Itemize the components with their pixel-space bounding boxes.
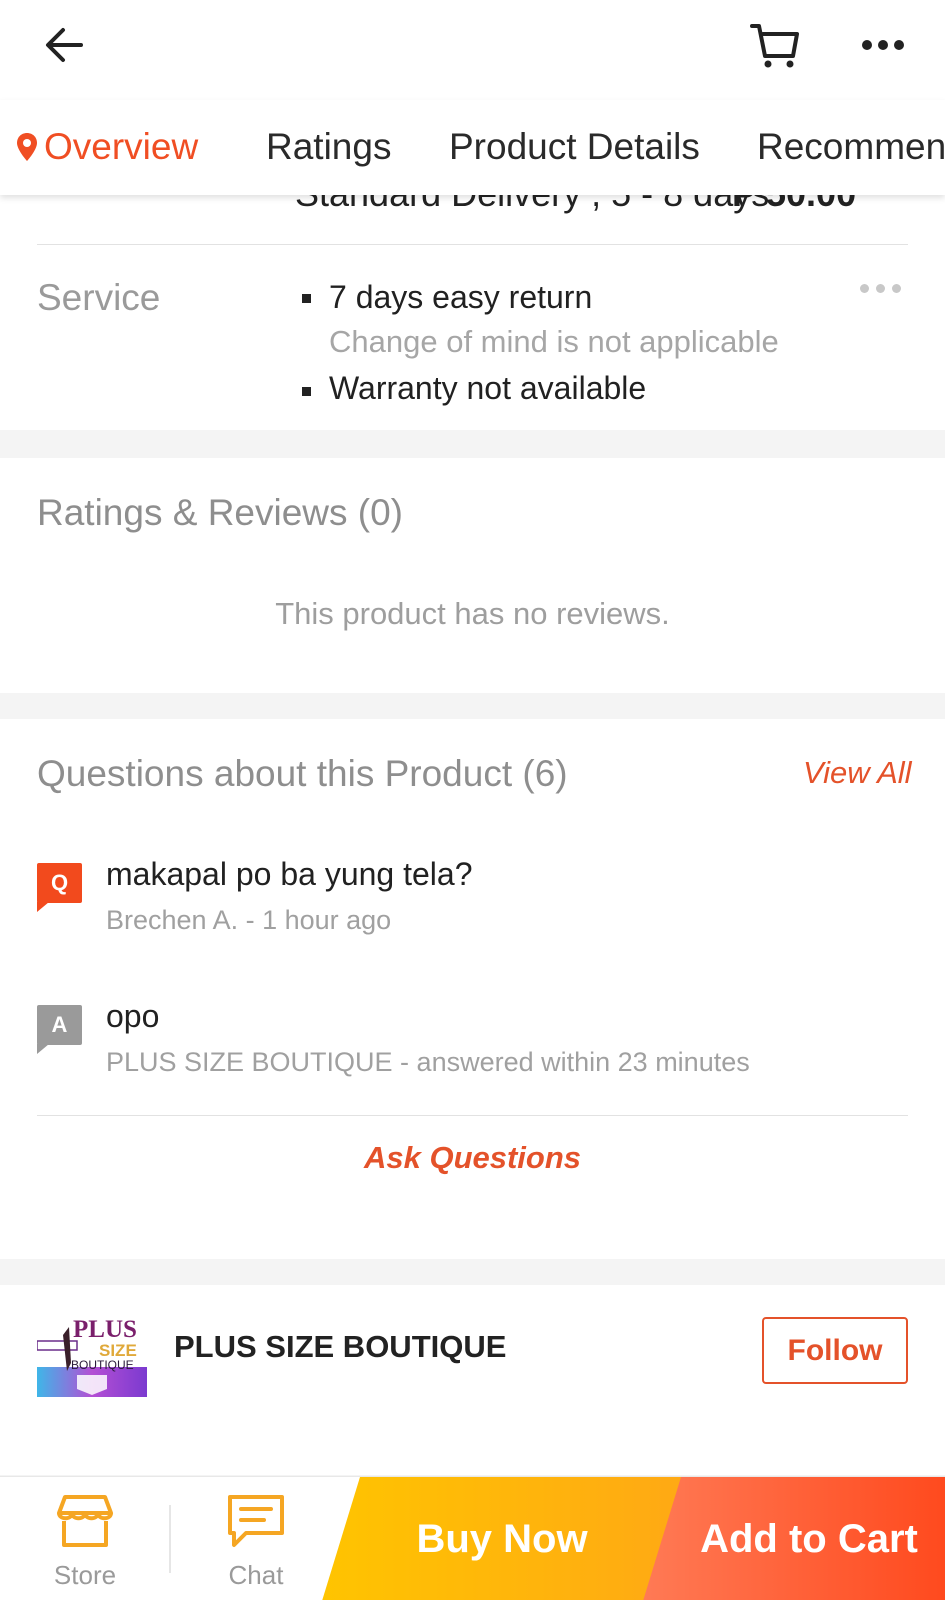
tab-overview-label: Overview <box>44 126 199 167</box>
more-dot-icon <box>860 284 869 293</box>
more-dot-icon <box>892 284 901 293</box>
service-label: Service <box>37 277 161 318</box>
cart-button[interactable] <box>744 14 806 76</box>
store-section: PLUS SIZE BOUTIQUE PLUS SIZE BOUTIQUE Fo… <box>0 1285 945 1475</box>
bottom-action-bar: Store Chat Buy Now Add to Cart <box>0 1476 945 1600</box>
delivery-service-section: Standard Delivery , 5 - 8 days ₱ 50.00 S… <box>0 195 945 430</box>
answer-badge-icon: A <box>37 1005 82 1045</box>
tab-recommend[interactable]: Recommend <box>757 128 945 165</box>
logo-text-plus: PLUS <box>73 1316 137 1343</box>
tab-overview[interactable]: Overview <box>16 128 198 165</box>
chat-nav-label: Chat <box>228 1560 284 1590</box>
badge-tail-icon <box>37 1044 49 1054</box>
bullet-icon <box>302 387 311 396</box>
ratings-title: Ratings & Reviews (0) <box>37 492 404 533</box>
store-nav-button[interactable]: Store <box>35 1477 135 1600</box>
answer-meta: PLUS SIZE BOUTIQUE - answered within 23 … <box>106 1047 750 1077</box>
question-meta: Brechen A. - 1 hour ago <box>106 905 392 935</box>
buy-now-button[interactable]: Buy Now <box>322 1477 682 1600</box>
service-more-button[interactable] <box>860 284 901 293</box>
service-warranty-text: Warranty not available <box>329 370 647 406</box>
top-bar <box>0 0 945 100</box>
questions-title: Questions about this Product (6) <box>37 753 568 794</box>
bullet-icon <box>302 294 311 303</box>
badge-tail-icon <box>37 902 49 912</box>
section-tabs: Overview Ratings Product Details Recomme… <box>0 100 945 195</box>
question-text: makapal po ba yung tela? <box>106 856 473 892</box>
cart-icon <box>750 24 799 68</box>
question-badge-icon: Q <box>37 863 82 903</box>
no-reviews-message: This product has no reviews. <box>275 596 670 631</box>
arrow-left-icon <box>46 28 83 62</box>
store-icon <box>57 1495 113 1547</box>
chat-icon <box>228 1495 284 1547</box>
follow-button[interactable]: Follow <box>762 1317 908 1384</box>
location-pin-icon <box>17 132 37 161</box>
back-button[interactable] <box>34 14 96 76</box>
ask-questions-button[interactable]: Ask Questions <box>0 1140 945 1176</box>
more-options-button[interactable] <box>852 14 914 76</box>
delivery-price: ₱ 50.00 <box>732 195 856 215</box>
store-name[interactable]: PLUS SIZE BOUTIQUE <box>174 1329 506 1365</box>
more-horizontal-icon <box>862 40 904 50</box>
delivery-option-text: Standard Delivery , 5 - 8 days <box>295 195 769 215</box>
divider <box>37 1115 908 1116</box>
answer-text: opo <box>106 998 160 1034</box>
tab-ratings[interactable]: Ratings <box>266 128 391 165</box>
divider <box>169 1505 171 1573</box>
store-logo[interactable]: PLUS SIZE BOUTIQUE <box>37 1313 147 1397</box>
view-all-link[interactable]: View All <box>803 755 912 791</box>
store-nav-label: Store <box>53 1560 117 1590</box>
tab-product-details[interactable]: Product Details <box>449 128 700 165</box>
service-return-note: Change of mind is not applicable <box>329 324 779 359</box>
chat-nav-button[interactable]: Chat <box>206 1477 306 1600</box>
more-dot-icon <box>876 284 885 293</box>
divider <box>37 244 908 245</box>
ratings-reviews-section: Ratings & Reviews (0) This product has n… <box>0 458 945 693</box>
service-return-text: 7 days easy return <box>329 279 593 315</box>
questions-section: Questions about this Product (6) View Al… <box>0 719 945 1259</box>
logo-text-boutique: BOUTIQUE <box>71 1358 134 1372</box>
add-to-cart-button[interactable]: Add to Cart <box>643 1477 945 1600</box>
